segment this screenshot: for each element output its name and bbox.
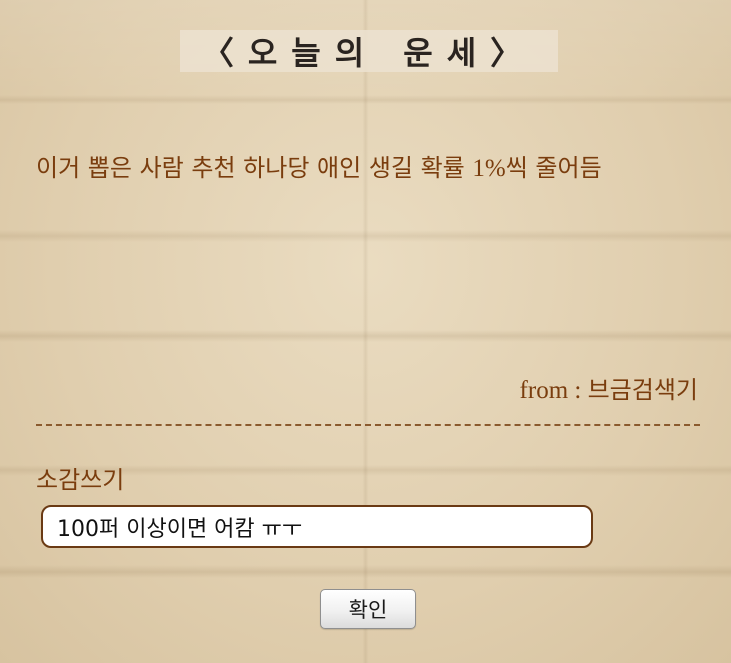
page-title: 〈오늘의 운세〉 (201, 34, 537, 72)
from-label: from : (519, 377, 588, 404)
fortune-message-text-after: 씩 줄어듬 (505, 154, 602, 182)
fortune-message-number: 1% (472, 155, 506, 182)
review-label: 소감쓰기 (36, 466, 125, 494)
author-name: 브금검색기 (587, 376, 698, 404)
fortune-message-text-before: 이거 뽑은 사람 추천 하나당 애인 생길 확률 (36, 154, 473, 182)
dashed-divider (36, 424, 700, 426)
confirm-button[interactable]: 확인 (320, 589, 416, 629)
fortune-author: from : 브금검색기 (520, 370, 698, 405)
title-banner: 〈오늘의 운세〉 (180, 30, 558, 72)
fortune-message: 이거 뽑은 사람 추천 하나당 애인 생길 확률 1%씩 줄어듬 (36, 148, 716, 183)
review-input[interactable] (41, 505, 593, 548)
